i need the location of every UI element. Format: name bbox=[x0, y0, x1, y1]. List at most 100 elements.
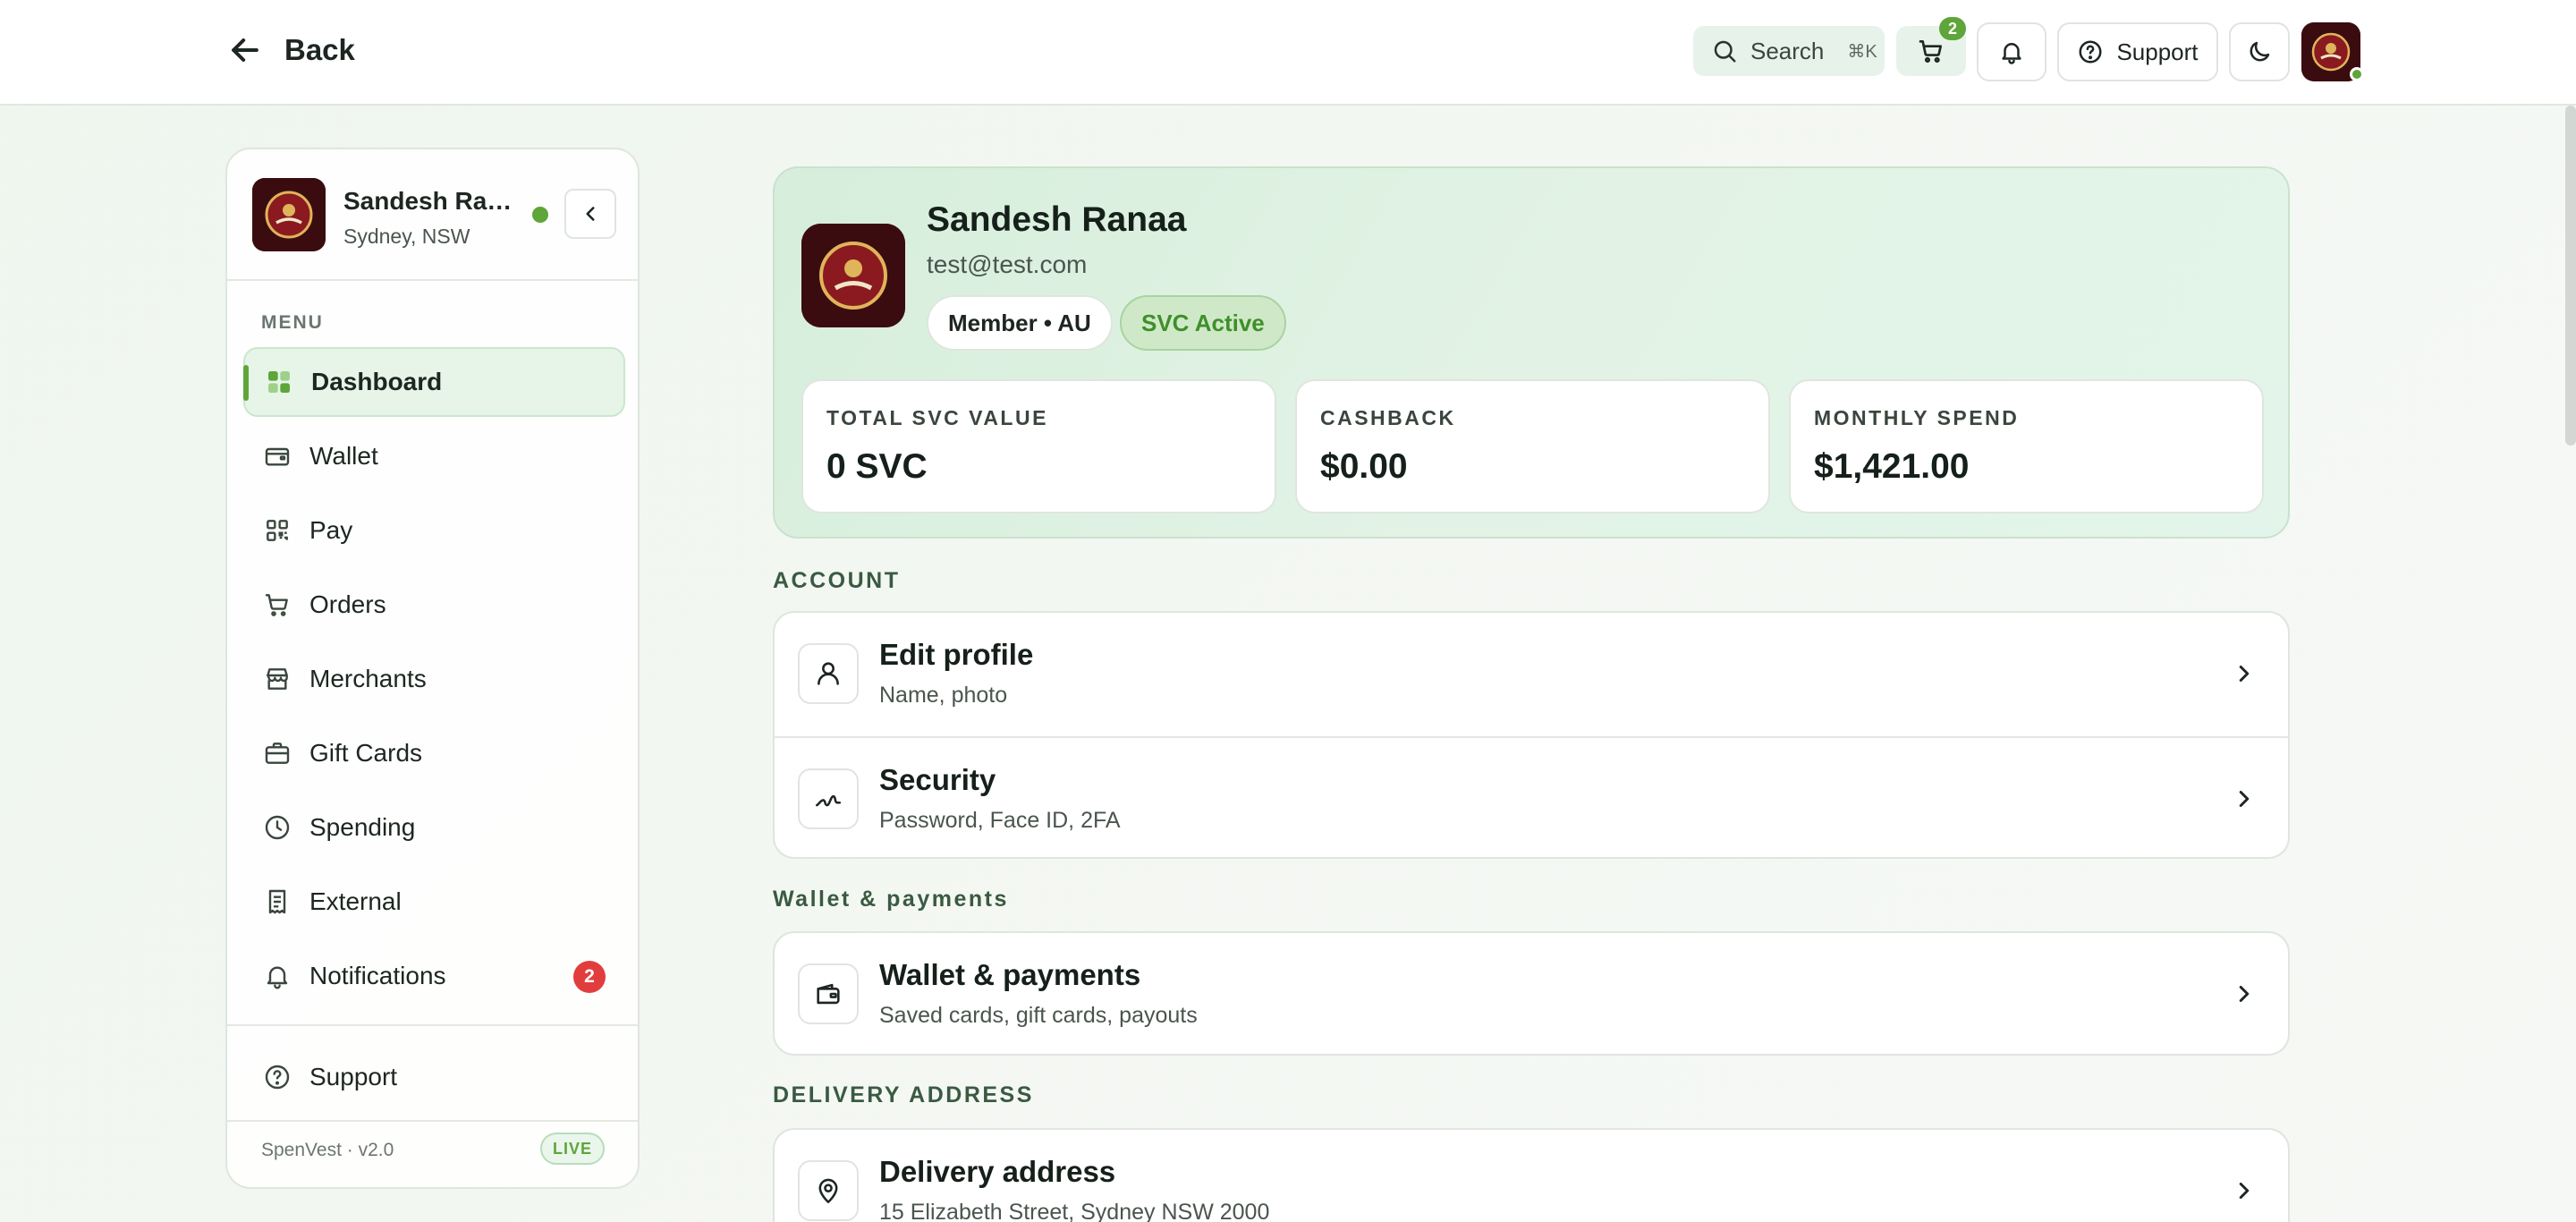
store-icon bbox=[267, 668, 288, 690]
stat-title: TOTAL SVC VALUE bbox=[826, 406, 1048, 429]
sidebar-item-orders[interactable]: Orders bbox=[243, 570, 625, 640]
account-card: Edit profile Name, photo Security Passwo… bbox=[773, 611, 2290, 859]
bell-icon bbox=[267, 966, 288, 989]
qr-icon bbox=[267, 520, 288, 541]
sidebar-user-location: Sydney, NSW bbox=[343, 225, 470, 248]
live-status-badge: LIVE bbox=[540, 1133, 605, 1165]
row-subtitle: Saved cards, gift cards, payouts bbox=[879, 1003, 1198, 1028]
svc-status-badge: SVC Active bbox=[1120, 295, 1286, 351]
avatar-emblem-icon bbox=[801, 224, 905, 327]
stat-card-monthly-spend: MONTHLY SPEND $1,421.00 bbox=[1789, 379, 2264, 513]
delivery-address-row[interactable]: Delivery address 15 Elizabeth Street, Sy… bbox=[775, 1130, 2288, 1222]
sidebar-user-name: Sandesh Ranaa bbox=[343, 187, 522, 215]
profile-summary-card: Sandesh Ranaa test@test.com Member • AU … bbox=[773, 166, 2290, 539]
member-badge: Member • AU bbox=[927, 295, 1113, 351]
support-label: Support bbox=[2116, 38, 2199, 65]
search-icon bbox=[1714, 40, 1736, 63]
sidebar-item-dashboard[interactable]: Dashboard bbox=[243, 347, 625, 417]
stat-card-svc-value: TOTAL SVC VALUE 0 SVC bbox=[801, 379, 1276, 513]
search-button[interactable]: Search ⌘K bbox=[1693, 26, 1885, 76]
bell-icon bbox=[2002, 43, 2021, 64]
row-subtitle: Name, photo bbox=[879, 683, 1008, 708]
receipt-icon bbox=[268, 889, 286, 914]
wallet-payments-row[interactable]: Wallet & payments Saved cards, gift card… bbox=[775, 933, 2288, 1054]
sidebar-item-gift-cards[interactable]: Gift Cards bbox=[243, 718, 625, 788]
sidebar-item-notifications[interactable]: Notifications 2 bbox=[243, 941, 625, 1011]
chevron-left-icon bbox=[586, 207, 595, 221]
sidebar-item-spending[interactable]: Spending bbox=[243, 793, 625, 862]
profile-email: test@test.com bbox=[927, 250, 1088, 278]
cart-icon bbox=[1919, 40, 1942, 64]
back-button[interactable]: Back bbox=[225, 30, 355, 70]
notification-count-badge: 2 bbox=[573, 961, 606, 993]
online-status-dot bbox=[2350, 67, 2364, 81]
sidebar-item-pay[interactable]: Pay bbox=[243, 496, 625, 565]
wallet-icon bbox=[817, 983, 840, 1005]
cart-button[interactable]: 2 bbox=[1896, 17, 1966, 76]
section-title-wallet: Wallet & payments bbox=[773, 887, 1009, 912]
scrollbar[interactable] bbox=[2565, 106, 2576, 446]
row-title: Delivery address bbox=[879, 1155, 1116, 1188]
row-title: Edit profile bbox=[879, 638, 1034, 671]
chevron-right-icon bbox=[2239, 791, 2250, 807]
online-status-dot bbox=[532, 207, 548, 223]
stat-title: CASHBACK bbox=[1320, 406, 1456, 429]
clock-icon bbox=[265, 815, 290, 840]
signature-icon bbox=[815, 794, 842, 807]
sidebar-profile: Sandesh Ranaa Sydney, NSW bbox=[252, 178, 619, 251]
sidebar-item-label: External bbox=[309, 887, 402, 915]
back-label: Back bbox=[284, 33, 355, 66]
section-title-account: ACCOUNT bbox=[773, 568, 901, 593]
row-title: Wallet & payments bbox=[879, 958, 1141, 991]
divider bbox=[227, 279, 638, 281]
sidebar-item-external[interactable]: External bbox=[243, 867, 625, 937]
row-subtitle: 15 Elizabeth Street, Sydney NSW 2000 bbox=[879, 1200, 1270, 1222]
user-avatar-button[interactable] bbox=[2301, 22, 2364, 81]
delivery-card: Delivery address 15 Elizabeth Street, Sy… bbox=[773, 1128, 2290, 1222]
divider bbox=[227, 1024, 638, 1026]
row-title: Security bbox=[879, 763, 996, 796]
stat-title: MONTHLY SPEND bbox=[1814, 406, 2020, 429]
row-subtitle: Password, Face ID, 2FA bbox=[879, 808, 1121, 833]
notifications-button[interactable] bbox=[1977, 22, 2046, 81]
help-circle-icon bbox=[2079, 40, 2102, 64]
stat-value: $1,421.00 bbox=[1814, 447, 1970, 486]
search-shortcut: ⌘K bbox=[1847, 41, 1877, 62]
divider bbox=[227, 1120, 638, 1122]
profile-name: Sandesh Ranaa bbox=[927, 200, 1187, 239]
avatar bbox=[801, 224, 905, 327]
chevron-right-icon bbox=[2239, 666, 2250, 682]
theme-toggle-button[interactable] bbox=[2229, 22, 2290, 81]
grid-icon bbox=[268, 371, 290, 393]
stat-value: $0.00 bbox=[1320, 447, 1408, 486]
sidebar-item-label: Spending bbox=[309, 813, 416, 841]
sidebar-item-wallet[interactable]: Wallet bbox=[243, 421, 625, 491]
top-header: Back Search ⌘K 2 Support bbox=[0, 0, 2576, 106]
icon-box bbox=[798, 643, 859, 704]
stat-card-cashback: CASHBACK $0.00 bbox=[1295, 379, 1770, 513]
sidebar-item-label: Wallet bbox=[309, 442, 378, 470]
map-pin-icon bbox=[818, 1178, 838, 1204]
wallet-icon bbox=[265, 447, 290, 466]
section-title-delivery: DELIVERY ADDRESS bbox=[773, 1082, 1034, 1107]
sidebar-item-label: Pay bbox=[309, 516, 353, 544]
sidebar-item-label: Orders bbox=[309, 590, 386, 618]
help-circle-icon bbox=[265, 1065, 290, 1090]
collapse-sidebar-button[interactable] bbox=[564, 189, 616, 239]
edit-profile-row[interactable]: Edit profile Name, photo bbox=[775, 613, 2288, 736]
menu-label: MENU bbox=[261, 312, 324, 333]
cart-count-badge: 2 bbox=[1939, 17, 1966, 40]
icon-box bbox=[798, 768, 859, 829]
security-row[interactable]: Security Password, Face ID, 2FA bbox=[775, 736, 2288, 857]
support-button[interactable]: Support bbox=[2057, 22, 2218, 81]
avatar bbox=[252, 178, 326, 251]
cart-icon bbox=[265, 594, 288, 616]
stat-value: 0 SVC bbox=[826, 447, 928, 486]
gift-card-icon bbox=[265, 743, 290, 764]
sidebar-item-support[interactable]: Support bbox=[243, 1042, 625, 1112]
icon-box bbox=[798, 963, 859, 1024]
chevron-right-icon bbox=[2239, 986, 2250, 1002]
avatar-emblem-icon bbox=[252, 178, 326, 251]
app-version: SpenVest · v2.0 bbox=[261, 1140, 394, 1160]
sidebar-item-merchants[interactable]: Merchants bbox=[243, 644, 625, 714]
